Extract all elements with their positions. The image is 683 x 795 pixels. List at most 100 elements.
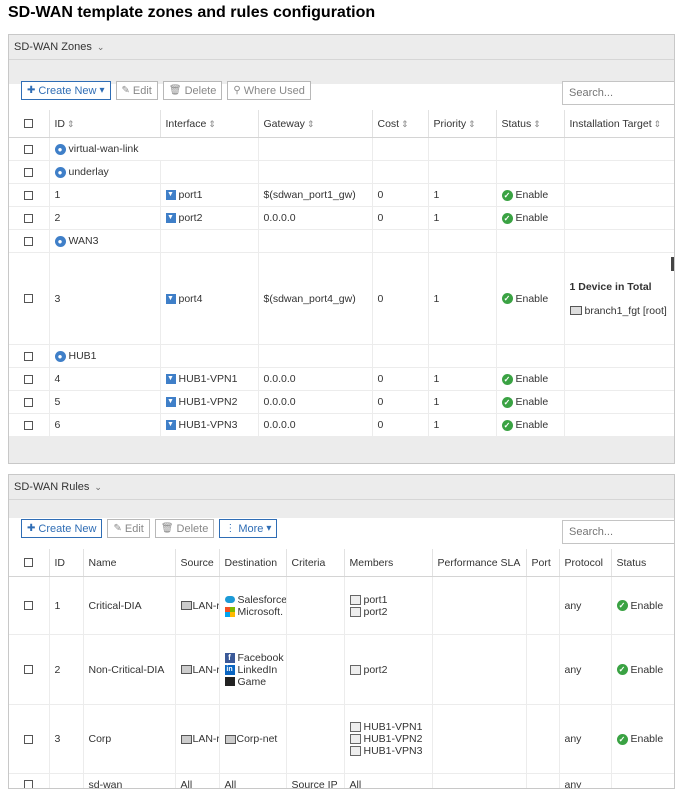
zones-footer (9, 436, 674, 463)
delete-button[interactable]: 🗑 Delete (162, 81, 223, 100)
column-header-members[interactable]: Members (344, 549, 433, 577)
table-row[interactable]: ● HUB1 (9, 344, 674, 368)
row-checkbox[interactable] (24, 190, 34, 200)
table-row[interactable]: sd-wan All All Source IP All any (9, 773, 674, 788)
row-checkbox[interactable] (24, 397, 34, 407)
sort-icon: ⇕ (208, 118, 216, 129)
trash-icon: 🗑 (160, 523, 174, 534)
table-row[interactable]: ● WAN3 (9, 229, 674, 253)
check-circle-icon: ✓ (501, 373, 513, 385)
address-icon (180, 665, 192, 675)
search-icon: ⚲ (233, 85, 241, 96)
row-checkbox[interactable] (24, 374, 34, 384)
salesforce-icon (224, 596, 235, 604)
column-header-criteria[interactable]: Criteria (286, 549, 345, 577)
plus-icon: ✚ (27, 523, 36, 534)
where-used-button[interactable]: ⚲ Where Used (227, 81, 311, 100)
sort-icon: ⇕ (401, 118, 409, 129)
edit-button[interactable]: ✎ Edit (107, 519, 150, 538)
trash-icon: 🗑 (168, 85, 182, 96)
table-row[interactable]: 6 ▼ HUB1-VPN3 0.0.0.0 0 1 ✓ Enable (9, 413, 674, 437)
vpn-icon: ▼ (165, 397, 176, 408)
table-row[interactable]: 3 ▼ port4 $(sdwan_port4_gw) 0 1 ✓ Enable 1… (9, 252, 674, 345)
column-header-id[interactable]: ID ⇕ (49, 110, 161, 138)
row-checkbox[interactable] (24, 167, 34, 177)
create-new-button[interactable]: ✚ Create New (21, 519, 103, 538)
column-header-priority[interactable]: Priority ⇕ (428, 110, 497, 138)
rules-header[interactable]: SD-WAN Rules ⌄ (9, 475, 674, 500)
zone-icon: ● (54, 350, 66, 362)
column-header-source[interactable]: Source (175, 549, 220, 577)
sort-icon: ⇕ (67, 118, 75, 129)
zone-icon: ● (54, 143, 66, 155)
table-row[interactable]: 1 ▼ port1 $(sdwan_port1_gw) 0 1 ✓ Enable (9, 183, 674, 207)
row-checkbox[interactable] (24, 294, 34, 304)
rules-header-label: SD-WAN Rules (14, 481, 90, 493)
column-header-cost[interactable]: Cost ⇕ (372, 110, 429, 138)
column-header-port[interactable]: Port (526, 549, 560, 577)
select-all-checkbox[interactable] (24, 558, 34, 568)
zones-toolbar: ✚ Create New ▾ ✎ Edit 🗑 Delete ⚲ Where Used (21, 81, 311, 100)
sdwan-zones-panel: SD-WAN Zones ⌄ ✚ Create New ▾ ✎ Edit 🗑 Delet… (8, 34, 675, 464)
rules-toolbar: ✚ Create New ✎ Edit 🗑 Delete ⋮ More ▾ (21, 519, 278, 538)
zones-header[interactable]: SD-WAN Zones ⌄ (9, 35, 674, 60)
row-checkbox[interactable] (24, 144, 34, 154)
row-checkbox[interactable] (24, 236, 34, 246)
row-checkbox[interactable] (24, 780, 34, 788)
column-header-destination[interactable]: Destination (219, 549, 287, 577)
rules-search-input[interactable] (562, 520, 674, 544)
address-icon (180, 734, 192, 744)
rules-toolbar-bg (9, 500, 674, 518)
column-header-protocol[interactable]: Protocol (559, 549, 612, 577)
more-button[interactable]: ⋮ More ▾ (219, 519, 278, 538)
row-checkbox[interactable] (24, 420, 34, 430)
row-checkbox[interactable] (24, 734, 34, 744)
edit-button[interactable]: ✎ Edit (115, 81, 158, 100)
column-header-installation-target[interactable]: Installation Target ⇕ (564, 110, 674, 138)
column-header-id[interactable]: ID (49, 549, 84, 577)
column-header-status[interactable]: Status ⇕ (496, 110, 565, 138)
edit-icon: ✎ (113, 523, 122, 534)
table-row[interactable]: 4 ▼ HUB1-VPN1 0.0.0.0 0 1 ✓ Enable (9, 367, 674, 391)
column-header-performance-sla[interactable]: Performance SLA (432, 549, 527, 577)
select-all-checkbox[interactable] (24, 119, 34, 129)
address-icon (224, 734, 236, 744)
zones-table-header: ID ⇕ Interface ⇕ Gateway ⇕ Cost ⇕ Priority ⇕ … (9, 110, 674, 138)
facebook-icon: f (224, 652, 235, 663)
scrollbar[interactable] (671, 257, 674, 271)
row-checkbox[interactable] (24, 665, 34, 675)
column-header-name[interactable]: Name (83, 549, 176, 577)
table-row[interactable]: ● underlay (9, 160, 674, 184)
installation-target-cell[interactable]: 1 Device in Total branch1_fgt [root] (564, 252, 674, 345)
row-checkbox[interactable] (24, 213, 34, 223)
page-title: SD-WAN template zones and rules configur… (8, 4, 376, 21)
table-row[interactable]: ● virtual-wan-link (9, 137, 674, 161)
table-row[interactable]: 5 ▼ HUB1-VPN2 0.0.0.0 0 1 ✓ Enable (9, 390, 674, 414)
row-checkbox[interactable] (24, 351, 34, 361)
interface-icon (349, 664, 361, 675)
chevron-down-icon: ⌄ (94, 481, 102, 492)
vpn-icon: ▼ (165, 420, 176, 431)
row-checkbox[interactable] (24, 601, 34, 611)
interface-icon (349, 734, 361, 745)
create-new-button[interactable]: ✚ Create New ▾ (21, 81, 111, 100)
port-icon: ▼ (165, 293, 176, 304)
column-header-status[interactable]: Status (611, 549, 674, 577)
zones-search-input[interactable] (562, 81, 674, 105)
sort-icon: ⇕ (533, 118, 541, 129)
rules-table-header: ID Name Source Destination Criteria Memb… (9, 549, 674, 577)
delete-button[interactable]: 🗑 Delete (154, 519, 215, 538)
column-header-interface[interactable]: Interface ⇕ (160, 110, 259, 138)
more-vertical-icon: ⋮ (225, 523, 236, 534)
rules-table: ID Name Source Destination Criteria Memb… (9, 549, 674, 788)
table-row[interactable]: 1 Critical-DIA LAN-r Salesforce Microsof… (9, 576, 674, 635)
caret-down-icon: ▾ (266, 523, 272, 534)
table-row[interactable]: 2 ▼ port2 0.0.0.0 0 1 ✓ Enable (9, 206, 674, 230)
table-row[interactable]: 2 Non-Critical-DIA LAN-r f Facebook in Lin… (9, 634, 674, 705)
zone-icon: ● (54, 235, 66, 247)
table-row[interactable]: 3 Corp LAN-r Corp-net HUB1-VPN1 HUB1-VPN… (9, 704, 674, 774)
column-header-gateway[interactable]: Gateway ⇕ (258, 110, 373, 138)
sort-icon: ⇕ (468, 118, 476, 129)
linkedin-icon: in (224, 664, 235, 675)
interface-icon (349, 594, 361, 605)
